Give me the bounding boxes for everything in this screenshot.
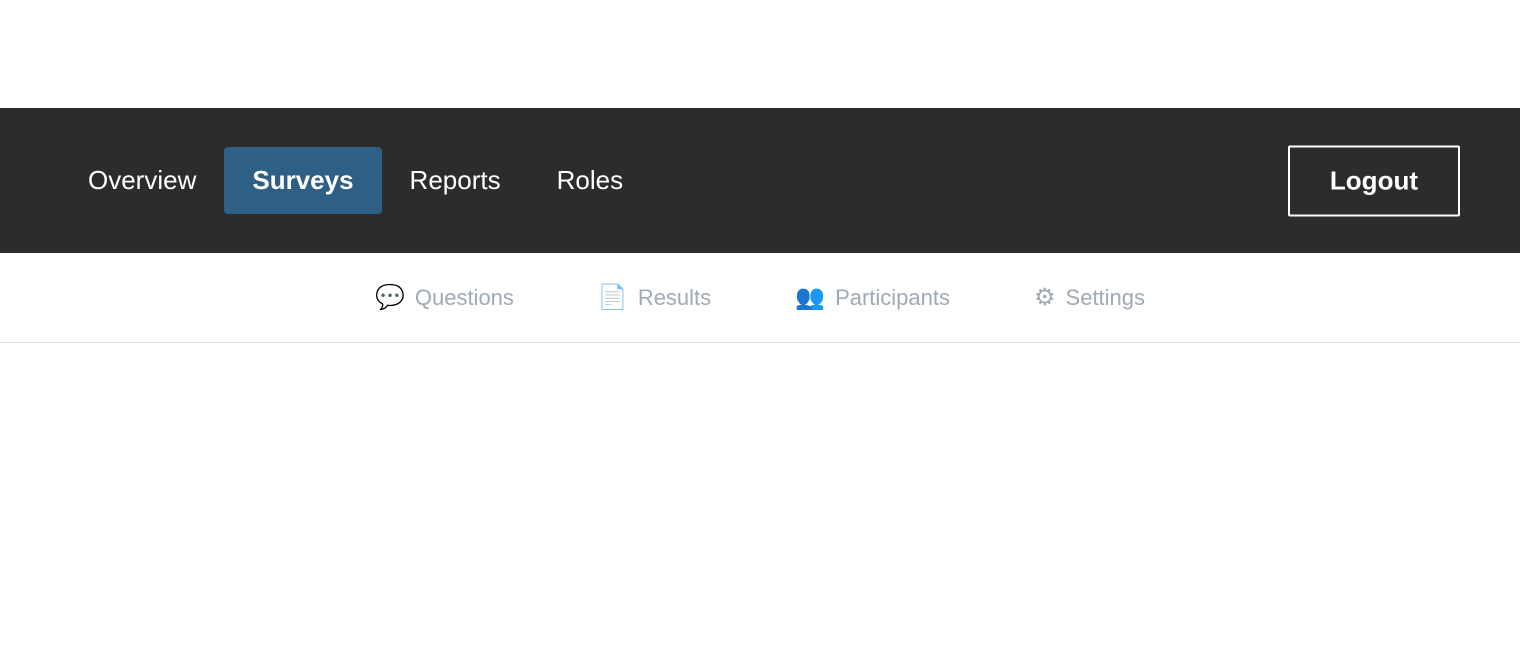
logout-button[interactable]: Logout: [1288, 145, 1460, 216]
nav-label-roles: Roles: [557, 165, 623, 195]
nav-items-container: Overview Surveys Reports Roles: [60, 147, 1460, 214]
participants-label: Participants: [835, 285, 950, 311]
participants-icon: 👥: [795, 283, 825, 312]
secondary-navigation: 💬 Questions 📄 Results 👥 Participants ⚙ S…: [0, 253, 1520, 343]
secondary-nav-item-participants[interactable]: 👥 Participants: [783, 275, 962, 320]
questions-label: Questions: [415, 285, 514, 311]
nav-label-reports: Reports: [410, 165, 501, 195]
nav-label-overview: Overview: [88, 165, 196, 195]
top-spacer: [0, 0, 1520, 108]
secondary-nav-item-results[interactable]: 📄 Results: [586, 275, 723, 320]
nav-item-roles[interactable]: Roles: [529, 147, 651, 214]
main-content-area: [0, 343, 1520, 660]
nav-item-surveys[interactable]: Surveys: [224, 147, 381, 214]
results-icon: 📄: [598, 283, 628, 312]
results-label: Results: [638, 285, 711, 311]
questions-icon: 💬: [375, 283, 405, 312]
nav-item-overview[interactable]: Overview: [60, 147, 224, 214]
nav-item-reports[interactable]: Reports: [382, 147, 529, 214]
settings-icon: ⚙: [1034, 283, 1056, 312]
main-navigation: Overview Surveys Reports Roles Logout: [0, 108, 1520, 253]
secondary-nav-item-questions[interactable]: 💬 Questions: [363, 275, 526, 320]
nav-label-surveys: Surveys: [252, 165, 353, 195]
settings-label: Settings: [1066, 285, 1146, 311]
secondary-nav-item-settings[interactable]: ⚙ Settings: [1022, 275, 1157, 320]
